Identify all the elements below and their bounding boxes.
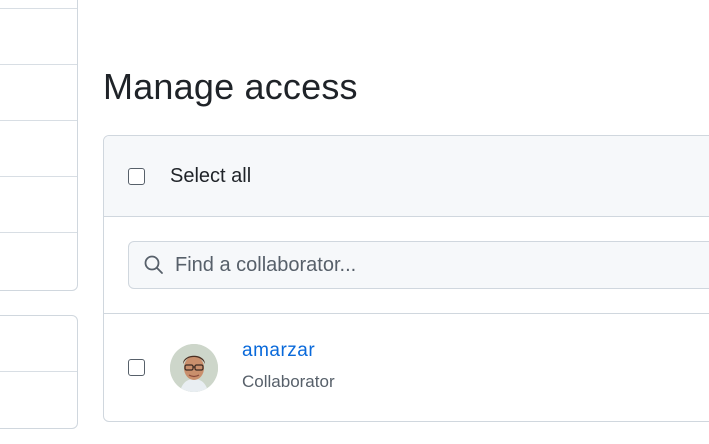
search-icon xyxy=(144,255,163,274)
member-row: amarzar Collaborator xyxy=(104,314,709,421)
sidebar-item[interactable] xyxy=(0,9,77,65)
page: Manage access Select all Find a collabor… xyxy=(0,0,709,444)
panel-header: Select all xyxy=(104,136,709,217)
collaborator-search-box[interactable] xyxy=(128,241,709,289)
search-section xyxy=(104,217,709,314)
sidebar-secondary-card xyxy=(0,315,78,429)
sidebar-item[interactable] xyxy=(0,121,77,177)
member-role: Collaborator xyxy=(242,371,335,391)
avatar[interactable] xyxy=(170,343,218,392)
sidebar-item[interactable] xyxy=(0,316,77,372)
select-all-label[interactable]: Select all xyxy=(170,165,251,188)
manage-access-panel: Select all Find a collaborator... amarza… xyxy=(103,135,709,422)
sidebar-item[interactable] xyxy=(0,0,77,9)
sidebar-nav-card xyxy=(0,0,78,291)
collaborator-search-input[interactable] xyxy=(173,252,697,278)
sidebar-item[interactable] xyxy=(0,177,77,233)
member-username-link[interactable]: amarzar xyxy=(242,340,335,362)
sidebar-item[interactable] xyxy=(0,65,77,121)
sidebar-item[interactable] xyxy=(0,233,77,289)
member-info: amarzar Collaborator xyxy=(242,340,335,392)
select-all-checkbox[interactable] xyxy=(128,167,145,185)
avatar-image xyxy=(170,343,218,392)
page-title: Manage access xyxy=(103,66,358,107)
sidebar-item[interactable] xyxy=(0,372,77,428)
member-checkbox[interactable] xyxy=(128,359,145,376)
